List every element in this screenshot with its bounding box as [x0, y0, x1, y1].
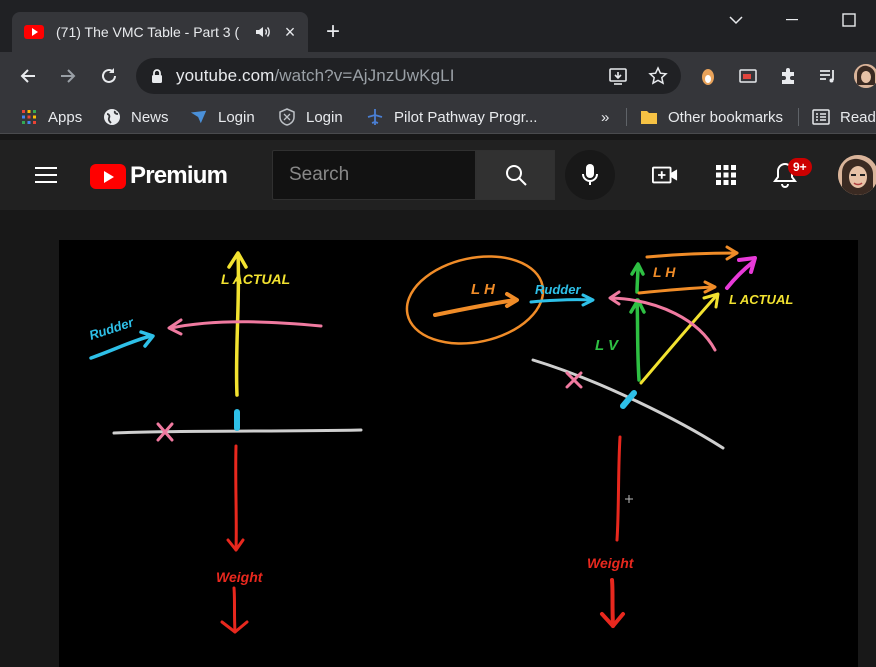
- other-bookmarks[interactable]: Other bookmarks: [640, 106, 783, 128]
- bookmark-login-2[interactable]: Login: [278, 106, 343, 128]
- bookmarks-separator: [626, 108, 627, 126]
- bookmark-news[interactable]: News: [103, 106, 169, 128]
- new-tab-button[interactable]: +: [326, 20, 340, 44]
- speaker-audio-icon[interactable]: [254, 23, 272, 41]
- voice-search-button[interactable]: [565, 150, 615, 200]
- bookmark-star-icon[interactable]: [646, 64, 670, 88]
- rudder-force-arrow-left: [169, 320, 323, 330]
- tab-strip: (71) The VMC Table - Part 3 ( × +: [0, 0, 876, 52]
- extension-screen-icon[interactable]: [736, 64, 760, 88]
- lh-label: L H: [471, 281, 496, 298]
- apps-grid-icon: [20, 108, 38, 126]
- reading-list-icon: [812, 108, 830, 126]
- url-text: youtube.com/watch?v=AjJnzUwKgLI: [176, 66, 455, 85]
- lift-label-left: L ACTUAL: [221, 271, 290, 287]
- search-field-container: [272, 150, 476, 200]
- bookmark-login-1[interactable]: Login: [190, 106, 255, 128]
- lift-resultant-arrow-magenta: [725, 260, 755, 290]
- bookmark-apps[interactable]: Apps: [20, 106, 82, 128]
- minimize-icon[interactable]: [778, 8, 806, 32]
- install-app-icon[interactable]: [606, 64, 630, 88]
- rudder-force-arrow-right: [610, 296, 717, 352]
- globe-icon: [103, 108, 121, 126]
- video-player[interactable]: .s { fill: none; stroke-linecap: round; …: [59, 240, 858, 667]
- youtube-premium-logo[interactable]: Premium: [90, 162, 228, 190]
- microphone-icon: [582, 164, 598, 185]
- tab-title: (71) The VMC Table - Part 3 (: [56, 24, 240, 40]
- rudder-label-left: Rudder: [87, 314, 136, 343]
- weight-arrow-upper-right: [615, 435, 622, 542]
- bookmark-pilot-pathway[interactable]: Pilot Pathway Progr...: [366, 106, 537, 128]
- maximize-icon[interactable]: [835, 8, 863, 32]
- browser-tab-active[interactable]: (71) The VMC Table - Part 3 ( ×: [12, 12, 308, 52]
- browser-toolbar: youtube.com/watch?v=AjJnzUwKgLI: [0, 52, 876, 100]
- lv-arrow: [635, 298, 641, 382]
- tab-close-icon[interactable]: ×: [282, 22, 298, 43]
- apps-grid-icon[interactable]: [713, 162, 739, 188]
- back-arrow-icon[interactable]: [14, 62, 42, 90]
- forward-arrow-icon[interactable]: [54, 62, 82, 90]
- lv-arrow-top: [635, 263, 640, 294]
- weight-label-left: Weight: [216, 569, 264, 585]
- youtube-favicon-icon: [24, 25, 44, 39]
- bookmarks-separator-2: [798, 108, 799, 126]
- blue-check-icon: [190, 108, 208, 126]
- folder-icon: [640, 108, 658, 126]
- youtube-account-avatar[interactable]: [838, 155, 876, 195]
- bookmarks-bar: Apps News Login Login Pilot Pathway Prog…: [0, 100, 876, 134]
- rudder-label-right: Rudder: [535, 282, 581, 297]
- lh-arrow-mid: [637, 285, 716, 295]
- media-queue-icon[interactable]: [816, 64, 840, 88]
- reading-list[interactable]: Readi: [812, 106, 876, 128]
- youtube-masthead: Premium 9+: [0, 140, 876, 210]
- notification-count-badge: 9+: [788, 158, 812, 176]
- tab-search-chevron-icon[interactable]: [722, 8, 750, 32]
- extension-egg-icon[interactable]: [696, 64, 720, 88]
- profile-avatar[interactable]: [854, 64, 876, 88]
- lift-arrow-right: [639, 293, 719, 385]
- lh-arrow-circled: [433, 298, 517, 317]
- lift-label-right: L ACTUAL: [729, 292, 793, 307]
- weight-arrow-upper-left: [234, 444, 238, 552]
- lh-circle: [405, 255, 545, 345]
- lock-icon[interactable]: [150, 68, 164, 84]
- whiteboard-drawing: .s { fill: none; stroke-linecap: round; …: [87, 245, 793, 634]
- search-input[interactable]: [289, 164, 469, 186]
- reload-icon[interactable]: [95, 62, 123, 90]
- search-button[interactable]: [476, 150, 555, 200]
- lh-arrow-top: [645, 251, 739, 259]
- youtube-play-logo-icon: [90, 163, 126, 189]
- lh-top-label: L H: [653, 264, 676, 280]
- hamburger-menu-icon[interactable]: [33, 162, 59, 188]
- bookmarks-overflow-chevron[interactable]: »: [601, 106, 609, 128]
- address-bar[interactable]: youtube.com/watch?v=AjJnzUwKgLI: [136, 58, 681, 94]
- weight-label-right: Weight: [587, 555, 635, 571]
- create-video-icon[interactable]: [652, 162, 678, 188]
- cursor-crosshair-icon: [625, 495, 633, 503]
- shield-icon: [278, 108, 296, 126]
- lv-label: L V: [595, 337, 620, 354]
- search-icon: [505, 165, 527, 186]
- plane-icon: [366, 108, 384, 126]
- video-area: .s { fill: none; stroke-linecap: round; …: [0, 210, 876, 667]
- rudder-arrow-right: [529, 298, 593, 304]
- extensions-puzzle-icon[interactable]: [776, 64, 800, 88]
